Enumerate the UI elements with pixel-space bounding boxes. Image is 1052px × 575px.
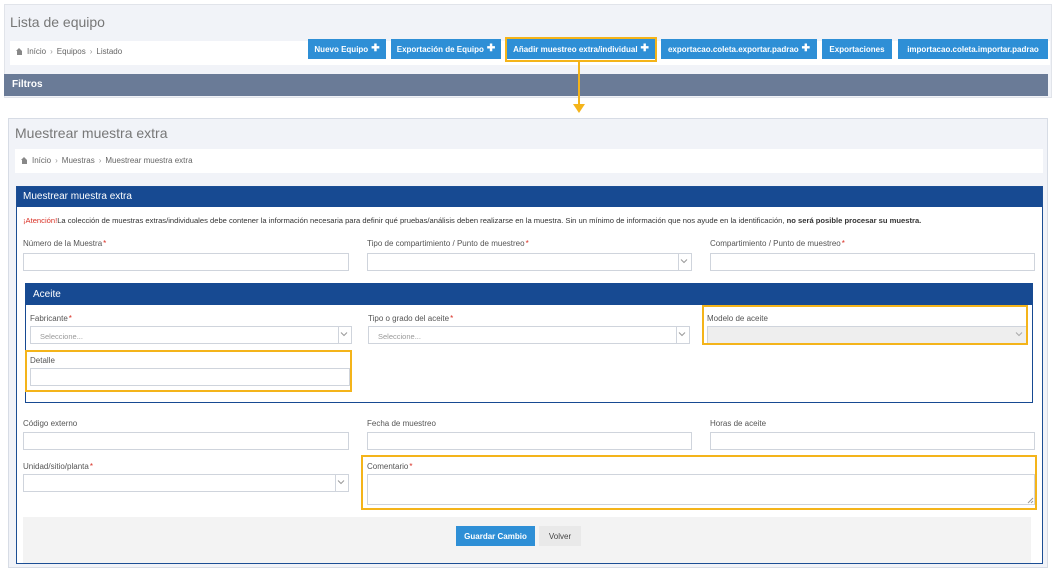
breadcrumb-separator: › — [50, 47, 53, 56]
arrow-down-icon — [573, 104, 585, 113]
export-equipment-label: Exportación de Equipo — [396, 44, 484, 54]
filters-label: Filtros — [12, 79, 43, 90]
form-actions: Guardar Cambio Volver — [23, 517, 1031, 563]
external-code-input[interactable] — [23, 432, 349, 450]
plus-icon: ✚ — [486, 43, 496, 54]
page-title: Lista de equipo — [10, 14, 105, 30]
form-section-title: Muestrear muestra extra — [23, 191, 132, 202]
highlight-detail — [25, 350, 352, 392]
highlight-add-extra-sample — [505, 37, 657, 62]
breadcrumb-separator: › — [89, 47, 93, 56]
sample-number-label: Número de la Muestra* — [23, 239, 107, 248]
export-standard-button[interactable]: exportacao.coleta.exportar.padrao ✚ — [661, 39, 817, 59]
import-standard-button[interactable]: importacao.coleta.importar.padrao — [898, 39, 1048, 59]
home-icon — [16, 48, 23, 55]
breadcrumb-listado: Listado — [96, 47, 123, 56]
sampling-date-input[interactable] — [367, 432, 692, 450]
page-title: Muestrear muestra extra — [15, 125, 168, 141]
form-header: Muestrear muestra extra — [17, 187, 1042, 207]
oil-grade-placeholder: Seleccione... — [378, 332, 421, 341]
screenshot-root: Lista de equipo Início › Equipos › Lista… — [0, 0, 1052, 575]
sample-number-input[interactable] — [23, 253, 349, 271]
highlight-oil-model — [702, 305, 1028, 345]
breadcrumb-muestras[interactable]: Muestras — [62, 156, 95, 165]
compartment-label: Compartimiento / Punto de muestreo* — [710, 239, 845, 248]
plus-icon: ✚ — [371, 43, 380, 54]
filters-bar[interactable]: Filtros — [4, 74, 1048, 96]
plus-icon: ✚ — [801, 43, 811, 54]
breadcrumb-current: Muestrear muestra extra — [105, 156, 193, 165]
external-code-label: Código externo — [23, 419, 78, 428]
breadcrumb-equipos[interactable]: Equipos — [57, 47, 86, 56]
sampling-date-label: Fecha de muestreo — [367, 419, 436, 428]
unit-site-label: Unidad/sitio/planta* — [23, 462, 93, 471]
export-equipment-button[interactable]: Exportación de Equipo ✚ — [391, 39, 501, 59]
oil-grade-select[interactable]: Seleccione... — [368, 326, 690, 344]
breadcrumb-home[interactable]: Início — [27, 47, 46, 56]
compartment-type-select[interactable] — [367, 253, 692, 271]
notice-text: La colección de muestras extras/individu… — [57, 216, 785, 225]
chevron-down-icon — [680, 259, 688, 264]
back-button[interactable]: Volver — [539, 526, 581, 546]
new-equipment-label: Nuevo Equipo — [314, 44, 369, 54]
breadcrumb-separator: › — [98, 156, 102, 165]
export-standard-label: exportacao.coleta.exportar.padrao — [667, 44, 799, 54]
notice-bold-text: no será posible procesar su muestra. — [786, 216, 922, 225]
chevron-down-icon — [340, 332, 348, 337]
new-equipment-button[interactable]: Nuevo Equipo ✚ — [308, 39, 386, 59]
manufacturer-select[interactable]: Seleccione... — [30, 326, 352, 344]
compartment-type-label: Tipo de compartimiento / Punto de muestr… — [367, 239, 529, 248]
oil-hours-input[interactable] — [710, 432, 1035, 450]
save-button[interactable]: Guardar Cambio — [456, 526, 535, 546]
attention-label: ¡Atención! — [23, 216, 58, 225]
manufacturer-placeholder: Seleccione... — [40, 332, 83, 341]
exports-label: Exportaciones — [829, 44, 885, 54]
import-standard-label: importacao.coleta.importar.padrao — [907, 44, 1039, 54]
unit-site-select[interactable] — [23, 474, 349, 492]
chevron-down-icon — [337, 480, 345, 485]
oil-section-title: Aceite — [33, 289, 61, 300]
breadcrumb: Início › Muestras › Muestrear muestra ex… — [15, 149, 1043, 173]
compartment-input[interactable] — [710, 253, 1035, 271]
highlight-comment — [361, 455, 1037, 510]
exports-button[interactable]: Exportaciones — [822, 39, 892, 59]
breadcrumb-home[interactable]: Início — [32, 156, 51, 165]
breadcrumb-separator: › — [55, 156, 58, 165]
manufacturer-label: Fabricante* — [30, 314, 72, 323]
attention-notice: ¡Atención!La colección de muestras extra… — [23, 216, 921, 225]
oil-section-header: Aceite — [26, 284, 1032, 305]
home-icon — [21, 157, 28, 164]
chevron-down-icon — [678, 332, 686, 337]
arrow-connector — [578, 60, 580, 106]
oil-grade-label: Tipo o grado del aceite* — [368, 314, 454, 323]
oil-hours-label: Horas de aceite — [710, 419, 767, 428]
